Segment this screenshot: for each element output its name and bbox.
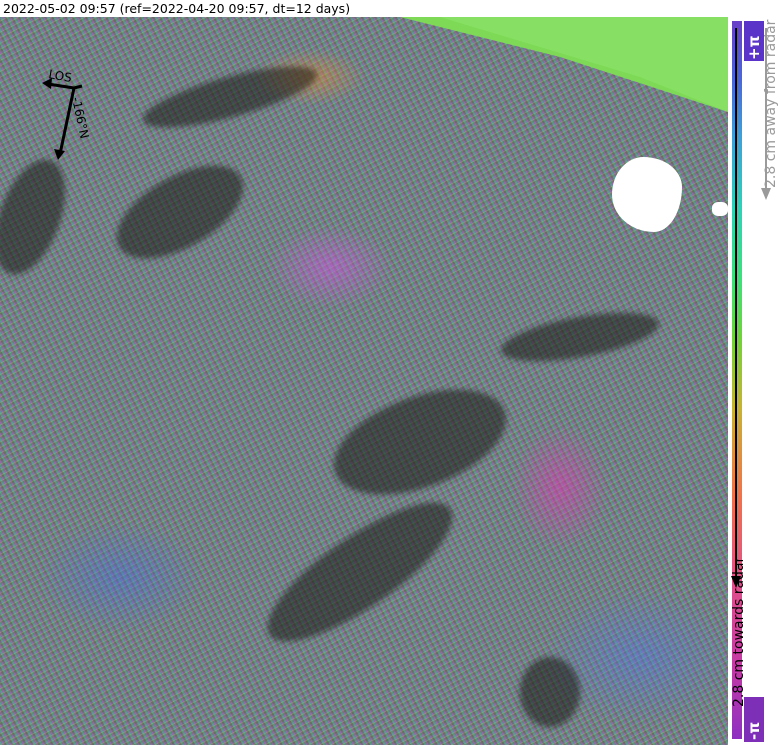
away-from-radar-label: 2.8 cm away from radar: [763, 19, 779, 188]
heading-label: -166°N: [69, 96, 91, 140]
compass-los-indicator: LOS -166°N: [42, 67, 92, 160]
towards-radar-label: 2.8 cm towards radar: [731, 556, 747, 707]
map-title: 2022-05-02 09:57 (ref=2022-04-20 09:57, …: [0, 0, 780, 17]
no-data-gap: [712, 202, 728, 216]
interferogram-map[interactable]: LOS -166°N: [0, 17, 728, 745]
colorbar-min-label: -π: [745, 721, 763, 740]
towards-arrow-icon: [731, 28, 741, 588]
outside-coverage-area: [400, 17, 728, 112]
